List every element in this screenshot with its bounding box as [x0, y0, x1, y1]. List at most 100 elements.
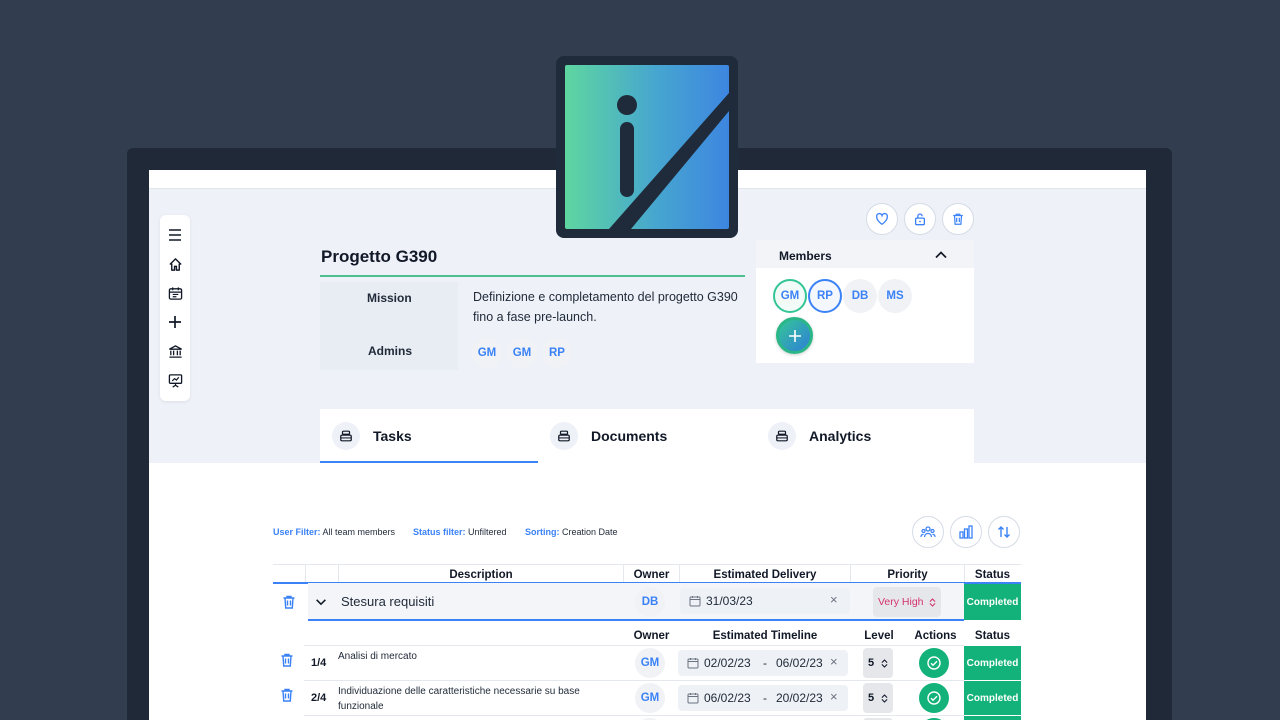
trash-icon[interactable] — [281, 594, 297, 610]
unlock-icon — [914, 213, 926, 226]
sort-filter[interactable]: Sorting: Creation Date — [525, 527, 618, 537]
sidebar — [160, 215, 190, 401]
heart-icon — [876, 212, 888, 226]
status-badge: Completed — [964, 584, 1021, 620]
member-avatar[interactable]: GM — [773, 279, 807, 313]
subheader-owner[interactable]: Owner — [624, 630, 679, 642]
add-icon[interactable] — [166, 313, 184, 331]
level-select[interactable]: 5 — [863, 648, 893, 678]
priority-value: Very High — [878, 596, 924, 608]
calendar-icon[interactable] — [166, 284, 184, 302]
sort-button[interactable] — [988, 516, 1020, 548]
column-divider — [305, 564, 306, 584]
member-avatar[interactable]: DB — [843, 279, 877, 313]
timeline-field[interactable]: 06/02/23 - 20/02/23 × — [678, 685, 848, 711]
timeline-end: 20/02/23 — [776, 691, 823, 705]
member-avatar[interactable]: MS — [878, 279, 912, 313]
timeline-dash: - — [763, 656, 767, 670]
task-owner-avatar[interactable]: DB — [635, 587, 665, 617]
tab-label: Analytics — [809, 428, 872, 444]
chevron-down-icon[interactable] — [314, 595, 328, 609]
subheader-actions[interactable]: Actions — [907, 630, 964, 642]
members-header[interactable]: Members — [756, 240, 974, 268]
bank-icon[interactable] — [166, 342, 184, 360]
app-screen: Progetto G390 Mission Admins Definizione… — [149, 170, 1146, 720]
chevron-up-icon[interactable] — [933, 247, 949, 263]
complete-action-button[interactable] — [919, 648, 949, 678]
sort-filter-key: Sorting: — [525, 527, 560, 537]
delete-project-button[interactable] — [942, 203, 974, 235]
stack-icon — [776, 430, 788, 442]
trash-icon[interactable] — [279, 687, 295, 703]
team-filter-button[interactable] — [912, 516, 944, 548]
home-icon[interactable] — [166, 255, 184, 273]
header-status[interactable]: Status — [964, 569, 1021, 581]
subheader-level[interactable]: Level — [854, 630, 904, 642]
header-owner[interactable]: Owner — [624, 569, 679, 581]
subtask-text[interactable]: Individuazione delle caratteristiche nec… — [338, 684, 608, 714]
status-badge: Completed — [964, 681, 1021, 715]
check-circle-icon — [927, 656, 941, 670]
sort-arrows-icon — [998, 526, 1010, 538]
level-value: 5 — [868, 692, 875, 704]
user-filter-value: All team members — [322, 527, 396, 537]
admins-label: Admins — [368, 344, 413, 358]
clear-icon[interactable]: × — [830, 592, 838, 607]
admin-avatar[interactable]: GM — [507, 338, 537, 368]
timeline-dash: - — [763, 691, 767, 705]
presentation-icon[interactable] — [166, 371, 184, 389]
trash-icon — [953, 213, 963, 225]
admin-avatar[interactable]: RP — [542, 338, 572, 368]
stack-icon — [558, 430, 570, 442]
tab-analytics[interactable]: Analytics — [756, 409, 974, 463]
row-divider — [304, 680, 964, 681]
complete-action-button[interactable] — [919, 683, 949, 713]
trash-icon[interactable] — [279, 652, 295, 668]
user-filter-key: User Filter: — [273, 527, 321, 537]
favorite-button[interactable] — [866, 203, 898, 235]
analytics-button[interactable] — [950, 516, 982, 548]
subheader-timeline[interactable]: Estimated Timeline — [680, 630, 850, 642]
header-description[interactable]: Description — [339, 569, 623, 581]
menu-icon[interactable] — [166, 226, 184, 244]
clear-icon[interactable]: × — [830, 689, 838, 704]
admin-avatar[interactable]: GM — [472, 338, 502, 368]
stack-icon — [340, 430, 352, 442]
subheader-line — [304, 645, 964, 646]
user-filter[interactable]: User Filter: All team members — [273, 527, 395, 537]
subheader-status[interactable]: Status — [964, 630, 1021, 642]
task-title[interactable]: Stesura requisiti — [341, 594, 434, 609]
team-icon — [920, 526, 936, 538]
row-divider — [304, 715, 964, 716]
logo-gradient — [565, 65, 729, 229]
page-title: Progetto G390 — [321, 247, 438, 266]
project-tabs: Tasks Documents Analytics — [320, 409, 974, 463]
delivery-date: 31/03/23 — [706, 594, 753, 608]
timeline-start: 02/02/23 — [704, 656, 751, 670]
sort-filter-value: Creation Date — [562, 527, 618, 537]
clear-icon[interactable]: × — [830, 654, 838, 669]
subtask-index: 1/4 — [311, 657, 327, 669]
add-member-button[interactable] — [776, 317, 813, 354]
tab-tasks[interactable]: Tasks — [320, 409, 538, 463]
status-filter-value: Unfiltered — [468, 527, 507, 537]
status-badge — [964, 716, 1021, 720]
subtask-owner-avatar[interactable]: GM — [635, 683, 665, 713]
status-filter[interactable]: Status filter: Unfiltered — [413, 527, 507, 537]
level-select[interactable]: 5 — [863, 683, 893, 713]
status-badge: Completed — [964, 646, 1021, 680]
header-priority[interactable]: Priority — [851, 569, 964, 581]
members-card: Members GM RP DB MS — [756, 240, 974, 363]
tab-icon — [768, 422, 796, 450]
priority-select[interactable]: Very High — [873, 587, 941, 617]
header-delivery[interactable]: Estimated Delivery — [680, 569, 850, 581]
timeline-field[interactable]: 02/02/23 - 06/02/23 × — [678, 650, 848, 676]
subtask-owner-avatar[interactable]: GM — [635, 648, 665, 678]
lock-button[interactable] — [904, 203, 936, 235]
tab-documents[interactable]: Documents — [538, 409, 756, 463]
member-avatar[interactable]: RP — [808, 279, 842, 313]
calendar-icon — [689, 596, 701, 607]
subtask-text[interactable]: Analisi di mercato — [338, 649, 608, 664]
tab-icon — [550, 422, 578, 450]
delivery-date-field[interactable]: 31/03/23 × — [680, 588, 850, 614]
